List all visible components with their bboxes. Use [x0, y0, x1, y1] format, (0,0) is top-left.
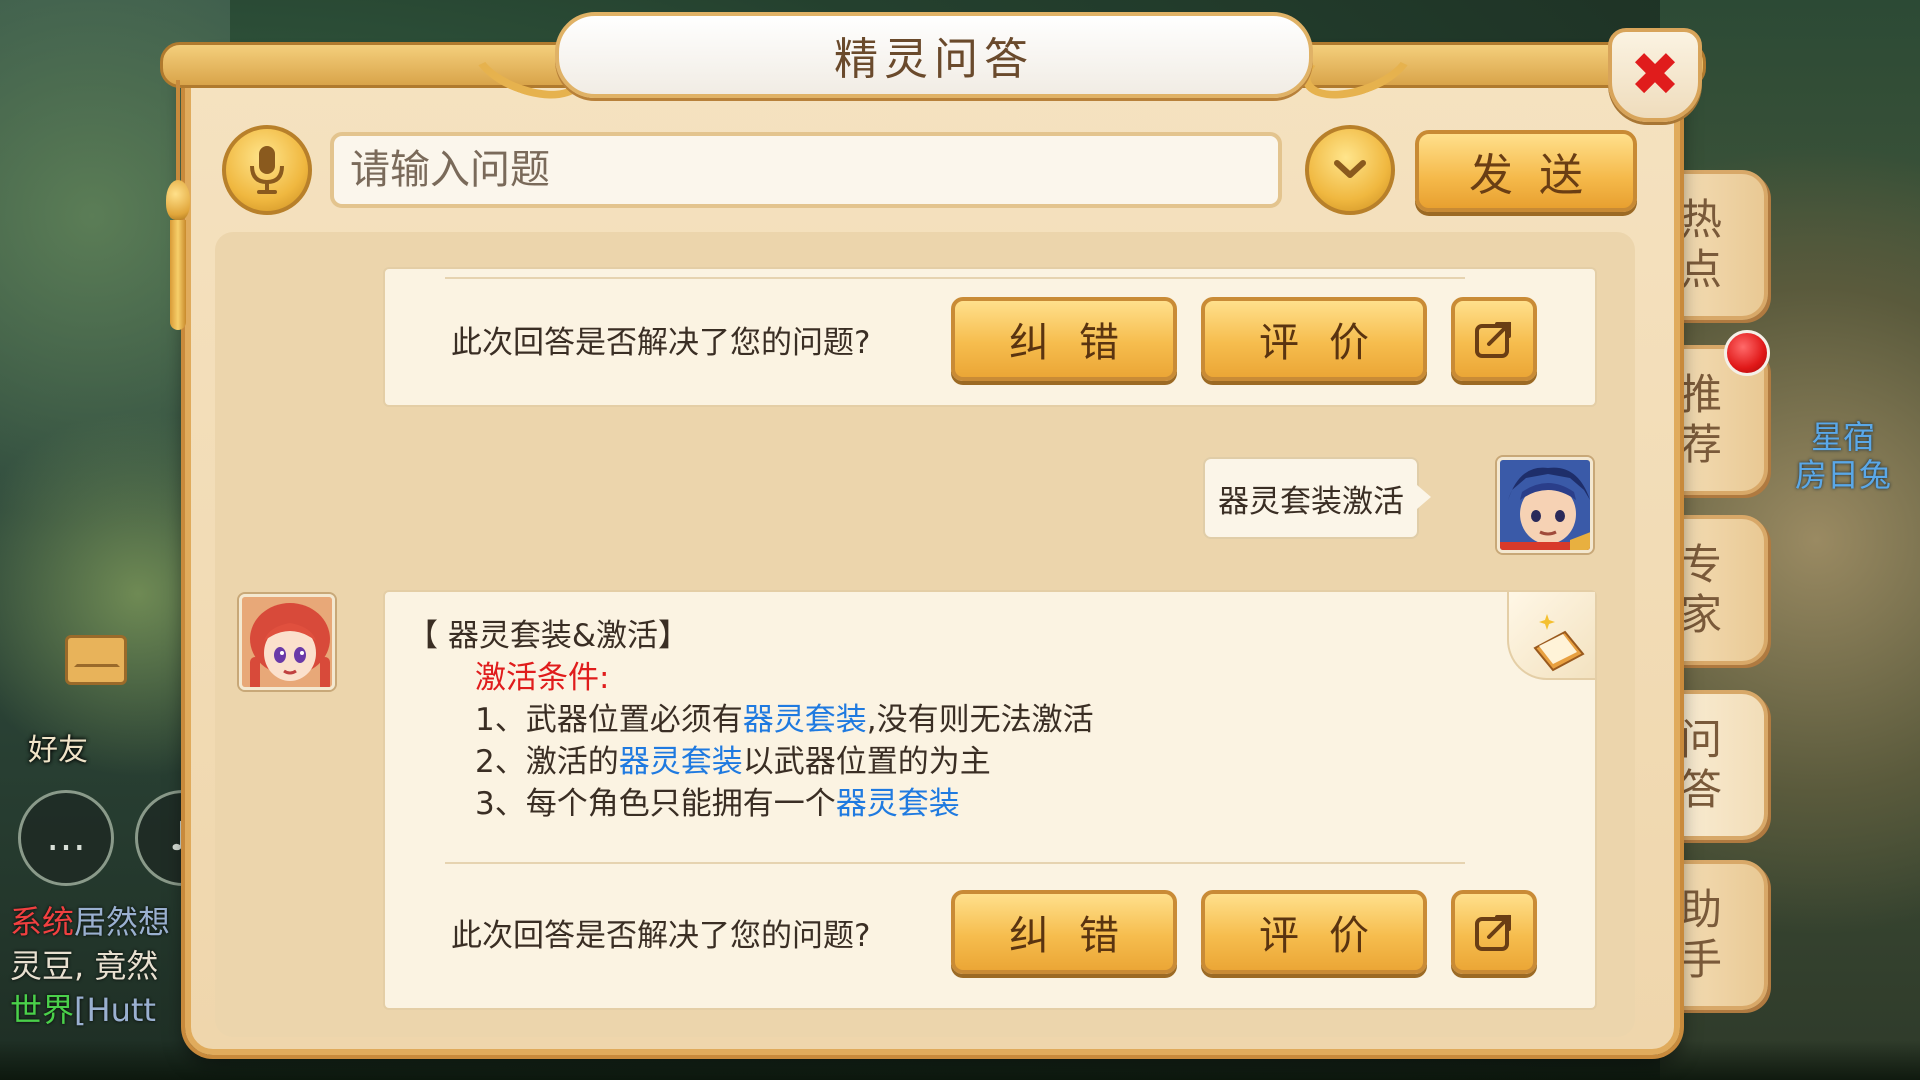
notification-dot — [1724, 330, 1770, 376]
dialog-title: 精灵问答 — [555, 12, 1313, 98]
item-link[interactable]: 器灵套装 — [743, 702, 867, 738]
mail-icon[interactable] — [65, 635, 127, 685]
divider — [445, 277, 1465, 279]
send-button[interactable]: 发送 — [1415, 130, 1637, 212]
share-icon — [1475, 322, 1511, 358]
answer-line-2: 2、激活的器灵套装以武器位置的为主 — [475, 736, 991, 781]
constellation-title: 星宿 — [1811, 418, 1876, 456]
share-button[interactable] — [1451, 297, 1537, 381]
book-icon[interactable] — [1507, 592, 1595, 680]
tab-hot-label: 热点 — [1680, 195, 1723, 294]
item-link[interactable]: 器灵套装 — [836, 786, 960, 822]
tab-expert-label: 专家 — [1680, 540, 1723, 639]
bot-avatar — [239, 594, 335, 690]
chat-line: 灵豆, 竟然 — [10, 947, 159, 985]
conversation-area[interactable]: 此次回答是否解决了您的问题? 纠错 评价 器灵套装激活 【 器灵套装&激活】 激… — [215, 232, 1635, 1037]
chat-bubble-icon[interactable]: … — [18, 790, 114, 886]
chat-world-text: [Hutt — [74, 991, 156, 1029]
question-input[interactable] — [330, 132, 1282, 208]
answer-line-1: 1、武器位置必须有器灵套装,没有则无法激活 — [475, 694, 1094, 739]
tab-assistant-label: 助手 — [1680, 885, 1723, 984]
tab-recommend-label: 推荐 — [1680, 370, 1723, 469]
correct-error-button[interactable]: 纠错 — [951, 297, 1177, 381]
answer-text: 2、激活的 — [475, 744, 619, 780]
constellation-name: 房日兔 — [1795, 456, 1892, 494]
divider — [445, 862, 1465, 864]
tab-qa[interactable]: 问答 — [1680, 690, 1768, 840]
answer-condition-heading: 激活条件: — [475, 660, 610, 696]
user-message-bubble: 器灵套装激活 — [1203, 457, 1431, 539]
chat-log: 系统居然想 灵豆, 竟然 世界[Hutt — [10, 900, 210, 1032]
answer-line-3: 3、每个角色只能拥有一个器灵套装 — [475, 778, 960, 823]
chevron-down-icon — [1334, 160, 1366, 178]
constellation-label: 星宿 房日兔 — [1795, 418, 1891, 494]
correct-error-button[interactable]: 纠错 — [951, 890, 1177, 974]
item-link[interactable]: 器灵套装 — [619, 744, 743, 780]
share-icon — [1475, 915, 1511, 951]
close-icon: ✖ — [1629, 40, 1681, 110]
feedback-question: 此次回答是否解决了您的问题? — [451, 918, 871, 954]
answer-text: 以武器位置的为主 — [742, 744, 991, 780]
share-button[interactable] — [1451, 890, 1537, 974]
rate-button[interactable]: 评价 — [1201, 890, 1427, 974]
chat-system-tag: 系统 — [10, 903, 75, 941]
chat-world-tag: 世界 — [10, 991, 75, 1029]
rate-button[interactable]: 评价 — [1201, 297, 1427, 381]
tab-hot[interactable]: 热点 — [1680, 170, 1768, 320]
answer-text: 1、武器位置必须有 — [475, 702, 743, 738]
close-button[interactable]: ✖ — [1608, 28, 1702, 122]
answer-text: 3、每个角色只能拥有一个 — [475, 786, 836, 822]
user-avatar — [1497, 457, 1593, 553]
feedback-question: 此次回答是否解决了您的问题? — [451, 325, 871, 361]
friend-label[interactable]: 好友 — [28, 725, 88, 769]
chat-system-text: 居然想 — [74, 903, 171, 941]
tassel-decoration — [166, 80, 190, 330]
answer-text: ,没有则无法激活 — [866, 702, 1094, 738]
tab-assistant[interactable]: 助手 — [1680, 860, 1768, 1010]
feedback-card-top: 此次回答是否解决了您的问题? 纠错 评价 — [383, 267, 1597, 407]
tab-expert[interactable]: 专家 — [1680, 515, 1768, 665]
tab-qa-label: 问答 — [1680, 715, 1723, 814]
answer-title: 【 器灵套装&激活】 — [407, 618, 690, 654]
answer-card: 【 器灵套装&激活】 激活条件: 1、武器位置必须有器灵套装,没有则无法激活 2… — [383, 590, 1597, 1010]
microphone-button[interactable] — [222, 125, 312, 215]
history-dropdown-button[interactable] — [1305, 125, 1395, 215]
microphone-icon — [250, 146, 284, 194]
